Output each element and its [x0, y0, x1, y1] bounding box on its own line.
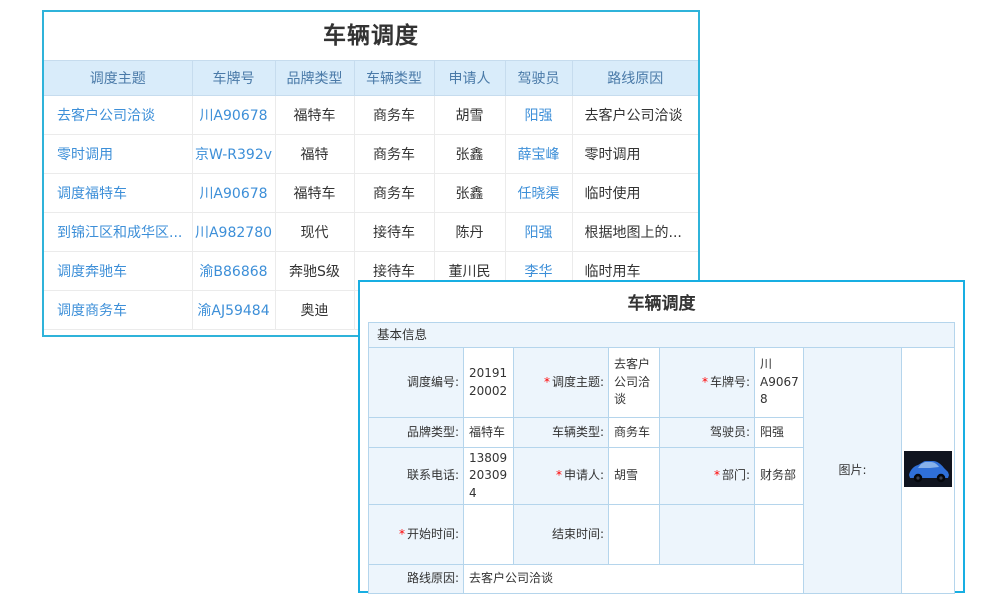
table-row: 调度福特车 川A90678 福特车 商务车 张鑫 任晓渠 临时使用 — [44, 174, 698, 213]
cell-reason: 根据地图上的... — [572, 213, 698, 252]
phone-label: 联系电话: — [368, 448, 463, 505]
cell-reason: 零时调用 — [572, 135, 698, 174]
detail-form-table: 基本信息 调度编号: 2019120002 *调度主题: 去客户公司洽谈 *车牌… — [368, 322, 955, 594]
cell-brand: 现代 — [275, 213, 354, 252]
plate-link[interactable]: 京W-R392v — [195, 147, 272, 163]
required-marker: * — [702, 375, 708, 389]
table-row: 到锦江区和成华区... 川A982780 现代 接待车 陈丹 阳强 根据地图上的… — [44, 213, 698, 252]
plate-link[interactable]: 川A90678 — [199, 186, 267, 202]
dispatch-no-label: 调度编号: — [368, 348, 463, 418]
brand-label: 品牌类型: — [368, 418, 463, 448]
plate-value: 川A90678 — [754, 348, 803, 418]
picture-cell — [901, 348, 954, 594]
cell-vehicle-type: 商务车 — [354, 96, 434, 135]
subject-label: *调度主题: — [513, 348, 608, 418]
empty-label-cell — [659, 505, 754, 565]
cell-brand: 奥迪 — [275, 291, 354, 330]
page: 车辆调度 调度主题 车牌号 品牌类型 车辆类型 申请人 驾驶员 路线原因 — [0, 0, 1000, 600]
cell-reason: 临时使用 — [572, 174, 698, 213]
vehicle-type-label: 车辆类型: — [513, 418, 608, 448]
col-header-plate: 车牌号 — [192, 61, 275, 96]
section-header-basic-info: 基本信息 — [368, 323, 954, 348]
col-header-driver: 驾驶员 — [505, 61, 572, 96]
reason-label: 路线原因: — [368, 565, 463, 594]
cell-applicant: 张鑫 — [434, 174, 505, 213]
required-marker: * — [544, 375, 550, 389]
applicant-value: 胡雪 — [608, 448, 659, 505]
required-marker: * — [399, 527, 405, 541]
subject-link[interactable]: 调度福特车 — [57, 186, 127, 202]
plate-link[interactable]: 川A90678 — [199, 108, 267, 124]
cell-vehicle-type: 接待车 — [354, 213, 434, 252]
driver-link[interactable]: 任晓渠 — [518, 186, 560, 202]
col-header-applicant: 申请人 — [434, 61, 505, 96]
vehicle-photo[interactable] — [904, 451, 952, 487]
dispatch-detail-dialog: 车辆调度 基本信息 调度编号: 2019120002 *调度主题: 去客户公司洽… — [358, 280, 965, 593]
list-panel-title: 车辆调度 — [44, 12, 698, 60]
plate-label: *车牌号: — [659, 348, 754, 418]
required-marker: * — [556, 468, 562, 482]
subject-value: 去客户公司洽谈 — [608, 348, 659, 418]
cell-applicant: 陈丹 — [434, 213, 505, 252]
cell-applicant: 胡雪 — [434, 96, 505, 135]
department-value: 财务部 — [754, 448, 803, 505]
col-header-vehicle-type: 车辆类型 — [354, 61, 434, 96]
subject-link[interactable]: 零时调用 — [57, 147, 113, 163]
vehicle-type-value: 商务车 — [608, 418, 659, 448]
cell-applicant: 张鑫 — [434, 135, 505, 174]
picture-label: 图片: — [803, 348, 901, 594]
applicant-label: *申请人: — [513, 448, 608, 505]
cell-brand: 福特车 — [275, 96, 354, 135]
cell-brand: 福特车 — [275, 174, 354, 213]
dispatch-no-value: 2019120002 — [463, 348, 513, 418]
driver-link[interactable]: 阳强 — [525, 108, 553, 124]
driver-link[interactable]: 薛宝峰 — [518, 147, 560, 163]
empty-value-cell — [754, 505, 803, 565]
cell-vehicle-type: 商务车 — [354, 135, 434, 174]
table-row: 零时调用 京W-R392v 福特 商务车 张鑫 薛宝峰 零时调用 — [44, 135, 698, 174]
plate-link[interactable]: 渝B86868 — [199, 264, 267, 280]
cell-vehicle-type: 商务车 — [354, 174, 434, 213]
plate-link[interactable]: 渝AJ59484 — [197, 303, 269, 319]
phone-value: 13809203094 — [463, 448, 513, 505]
end-time-value — [608, 505, 659, 565]
brand-value: 福特车 — [463, 418, 513, 448]
reason-value: 去客户公司洽谈 — [463, 565, 803, 594]
detail-dialog-title: 车辆调度 — [360, 282, 963, 322]
cell-reason: 去客户公司洽谈 — [572, 96, 698, 135]
department-label: *部门: — [659, 448, 754, 505]
subject-link[interactable]: 到锦江区和成华区... — [57, 225, 182, 241]
cell-brand: 福特 — [275, 135, 354, 174]
col-header-subject: 调度主题 — [44, 61, 192, 96]
driver-label: 驾驶员: — [659, 418, 754, 448]
subject-link[interactable]: 调度商务车 — [57, 303, 127, 319]
subject-link[interactable]: 去客户公司洽谈 — [57, 108, 155, 124]
end-time-label: 结束时间: — [513, 505, 608, 565]
col-header-reason: 路线原因 — [572, 61, 698, 96]
driver-link[interactable]: 阳强 — [525, 225, 553, 241]
driver-link[interactable]: 李华 — [525, 264, 553, 280]
driver-value: 阳强 — [754, 418, 803, 448]
table-row: 去客户公司洽谈 川A90678 福特车 商务车 胡雪 阳强 去客户公司洽谈 — [44, 96, 698, 135]
table-header-row: 调度主题 车牌号 品牌类型 车辆类型 申请人 驾驶员 路线原因 — [44, 61, 698, 96]
plate-link[interactable]: 川A982780 — [195, 225, 272, 241]
col-header-brand: 品牌类型 — [275, 61, 354, 96]
start-time-value — [463, 505, 513, 565]
start-time-label: *开始时间: — [368, 505, 463, 565]
subject-link[interactable]: 调度奔驰车 — [57, 264, 127, 280]
required-marker: * — [714, 468, 720, 482]
cell-brand: 奔驰S级 — [275, 252, 354, 291]
